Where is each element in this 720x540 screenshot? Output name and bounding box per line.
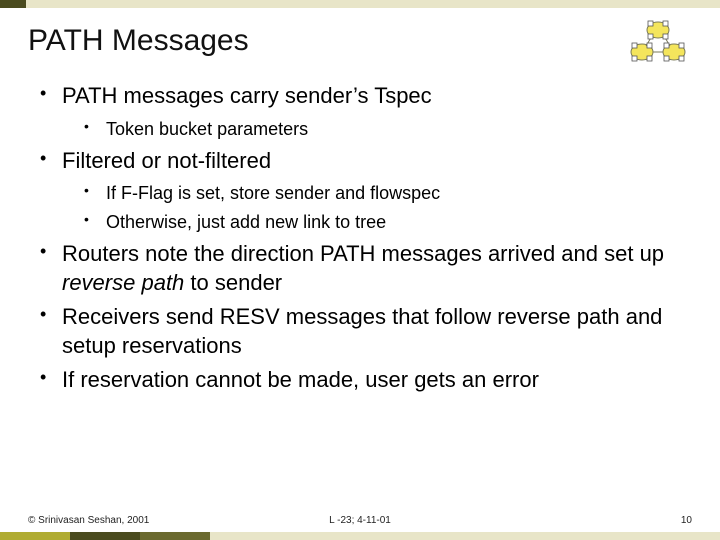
- footer-center: L -23; 4-11-01: [329, 515, 391, 526]
- bullet-3: Routers note the direction PATH messages…: [40, 240, 692, 297]
- network-logo-icon: [622, 18, 694, 70]
- bullet-1a: Token bucket parameters: [84, 117, 692, 141]
- bullet-text: PATH messages carry sender’s Tspec: [62, 83, 432, 108]
- bullet-text-post: to sender: [184, 270, 282, 295]
- bullet-2a: If F-Flag is set, store sender and flows…: [84, 181, 692, 205]
- bullet-text: Filtered or not-filtered: [62, 148, 271, 173]
- slide-footer: © Srinivasan Seshan, 2001 L -23; 4-11-01…: [28, 515, 692, 526]
- bullet-2: Filtered or not-filtered If F-Flag is se…: [40, 147, 692, 234]
- bullet-4: Receivers send RESV messages that follow…: [40, 303, 692, 360]
- bullet-text-em: reverse path: [62, 270, 184, 295]
- bullet-text-pre: Routers note the direction PATH messages…: [62, 241, 664, 266]
- slide: { "title": "PATH Messages", "bullets": {…: [0, 0, 720, 540]
- footer-copyright: © Srinivasan Seshan, 2001: [28, 515, 149, 526]
- bullet-5: If reservation cannot be made, user gets…: [40, 366, 692, 395]
- footer-page-number: 10: [681, 515, 692, 526]
- slide-body: PATH messages carry sender’s Tspec Token…: [40, 82, 692, 401]
- top-accent-bar: [0, 0, 720, 8]
- bottom-accent-bar: [0, 532, 720, 540]
- bullet-2b: Otherwise, just add new link to tree: [84, 210, 692, 234]
- bullet-1: PATH messages carry sender’s Tspec Token…: [40, 82, 692, 141]
- slide-title: PATH Messages: [28, 24, 249, 58]
